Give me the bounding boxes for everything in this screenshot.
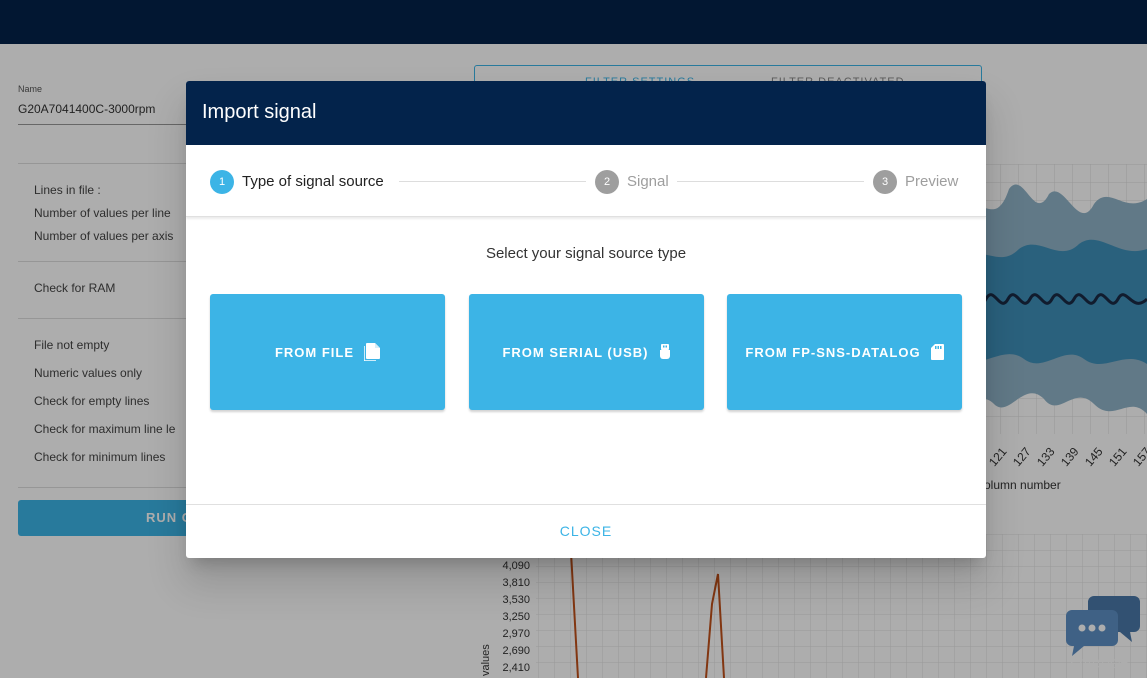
step-2-label[interactable]: Signal: [627, 173, 669, 190]
step-connector: [399, 181, 586, 182]
sd-card-icon: [930, 344, 944, 360]
usb-icon: [659, 344, 671, 360]
step-3-label[interactable]: Preview: [905, 173, 958, 190]
from-fp-sns-datalog-label: FROM FP-SNS-DATALOG: [745, 344, 921, 360]
import-stepper: 1 Type of signal source 2 Signal 3 Previ…: [186, 145, 986, 217]
close-button[interactable]: CLOSE: [536, 517, 636, 545]
step-1-badge[interactable]: 1: [210, 170, 234, 194]
from-serial-usb-label: FROM SERIAL (USB): [502, 344, 649, 360]
dialog-header: Import signal: [186, 81, 986, 145]
source-type-prompt: Select your signal source type: [485, 245, 687, 262]
step-1-label[interactable]: Type of signal source: [242, 173, 384, 190]
import-signal-dialog: Import signal 1 Type of signal source 2 …: [186, 81, 986, 558]
from-serial-usb-button[interactable]: FROM SERIAL (USB): [469, 294, 704, 410]
step-3-badge[interactable]: 3: [873, 170, 897, 194]
dialog-title: Import signal: [202, 101, 317, 123]
footer-divider: [186, 504, 986, 505]
from-file-button[interactable]: FROM FILE: [210, 294, 445, 410]
from-file-label: FROM FILE: [274, 344, 355, 360]
from-fp-sns-datalog-button[interactable]: FROM FP-SNS-DATALOG: [727, 294, 962, 410]
step-connector: [677, 181, 864, 182]
step-2-badge[interactable]: 2: [595, 170, 619, 194]
file-copy-icon: [364, 343, 381, 361]
